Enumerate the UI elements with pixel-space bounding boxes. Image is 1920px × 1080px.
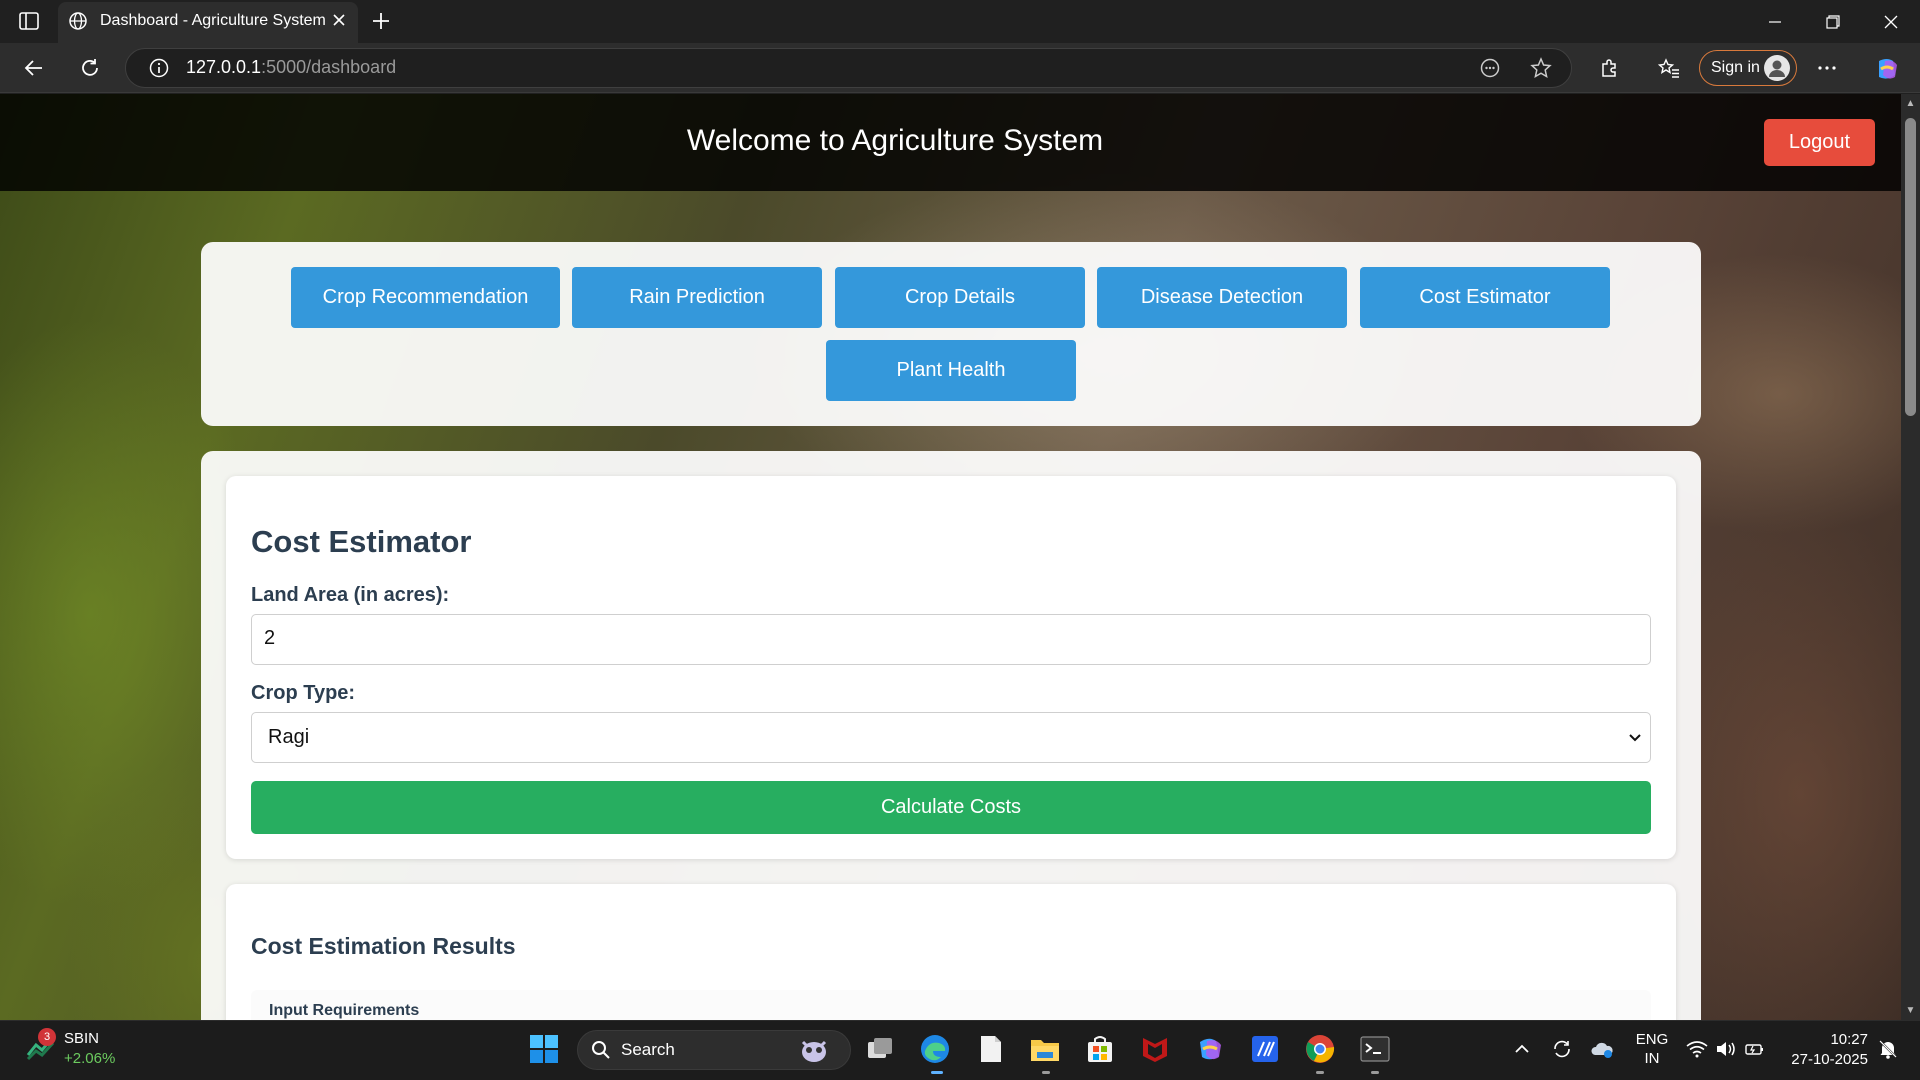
notepad-icon[interactable] — [973, 1031, 1009, 1067]
tab-title: Dashboard - Agriculture System — [100, 12, 326, 29]
extensions-icon[interactable] — [1596, 55, 1622, 81]
crop-type-value: Ragi — [268, 726, 310, 748]
running-app-indicator — [1042, 1071, 1050, 1074]
crop-type-label: Crop Type: — [251, 682, 356, 704]
read-aloud-icon[interactable] — [1477, 55, 1503, 81]
nav-rain-prediction-button[interactable]: Rain Prediction — [572, 267, 822, 328]
form-title: Cost Estimator — [251, 524, 472, 559]
language-primary[interactable]: ENG — [1628, 1031, 1676, 1048]
notification-badge: 3 — [38, 1028, 56, 1046]
microsoft-store-icon[interactable] — [1082, 1031, 1118, 1067]
scrollbar-thumb[interactable] — [1905, 118, 1916, 416]
clock-date[interactable]: 27-10-2025 — [1772, 1051, 1868, 1068]
nav-disease-detection-button[interactable]: Disease Detection — [1097, 267, 1347, 328]
site-info-icon[interactable] — [146, 55, 172, 81]
logout-button[interactable]: Logout — [1764, 119, 1875, 166]
url-text: 127.0.0.1:5000/dashboard — [186, 57, 396, 78]
calculate-costs-button[interactable]: Calculate Costs — [251, 781, 1651, 834]
tab-actions-icon[interactable] — [18, 10, 40, 32]
copilot-icon[interactable] — [1872, 54, 1902, 84]
restore-icon[interactable] — [1805, 0, 1861, 43]
battery-icon[interactable] — [1740, 1031, 1768, 1067]
search-icon — [585, 1032, 617, 1068]
file-explorer-icon[interactable] — [1027, 1031, 1063, 1067]
avatar — [1764, 55, 1790, 81]
mcafee-icon[interactable] — [1137, 1031, 1173, 1067]
reload-icon[interactable] — [77, 55, 103, 81]
vscode-style-app-icon[interactable] — [1247, 1031, 1283, 1067]
volume-icon[interactable] — [1712, 1031, 1740, 1067]
windows-start-icon[interactable] — [526, 1031, 562, 1067]
more-options-icon[interactable] — [1814, 55, 1840, 81]
back-icon[interactable] — [21, 55, 47, 81]
favorites-icon[interactable] — [1656, 55, 1682, 81]
close-window-icon[interactable] — [1863, 0, 1919, 43]
land-area-input[interactable] — [251, 614, 1651, 665]
notifications-bell-icon[interactable] — [1874, 1031, 1902, 1067]
chevron-up-icon[interactable] — [1504, 1031, 1540, 1067]
nav-crop-details-button[interactable]: Crop Details — [835, 267, 1085, 328]
url-host: 127.0.0.1 — [186, 57, 262, 77]
minimize-icon[interactable] — [1747, 0, 1803, 43]
scroll-down-arrow[interactable]: ▼ — [1904, 1005, 1917, 1017]
stock-name: SBIN — [64, 1030, 100, 1047]
nav-plant-health-button[interactable]: Plant Health — [826, 340, 1076, 401]
search-label: Search — [621, 1040, 675, 1059]
language-secondary[interactable]: IN — [1628, 1050, 1676, 1067]
land-area-label: Land Area (in acres): — [251, 584, 450, 606]
running-app-indicator — [1371, 1071, 1379, 1074]
url-path: :5000/dashboard — [261, 57, 397, 77]
stock-change: +2.06% — [64, 1050, 116, 1067]
scroll-up-arrow[interactable]: ▲ — [1904, 98, 1917, 110]
onedrive-icon[interactable] — [1586, 1031, 1618, 1067]
wifi-icon[interactable] — [1683, 1031, 1711, 1067]
copilot-app-icon[interactable] — [1192, 1031, 1228, 1067]
close-tab-icon[interactable] — [330, 11, 348, 29]
chevron-down-icon — [1628, 730, 1642, 744]
land-area-value: 2 — [264, 627, 276, 649]
chrome-icon[interactable] — [1302, 1031, 1338, 1067]
edge-browser-icon[interactable] — [917, 1031, 953, 1067]
active-app-indicator — [931, 1071, 943, 1074]
clock-time[interactable]: 10:27 — [1772, 1031, 1868, 1048]
favorite-star-icon[interactable] — [1528, 55, 1554, 81]
crop-type-select[interactable] — [251, 712, 1651, 763]
terminal-icon[interactable] — [1357, 1031, 1393, 1067]
sync-icon[interactable] — [1546, 1031, 1578, 1067]
nav-crop-recommendation-button[interactable]: Crop Recommendation — [291, 267, 560, 328]
sign-in-label: Sign in — [1711, 59, 1760, 76]
task-view-icon[interactable] — [862, 1031, 898, 1067]
input-requirements-title: Input Requirements — [269, 1002, 420, 1019]
search-highlight-icon — [796, 1033, 832, 1069]
page-title: Welcome to Agriculture System — [686, 124, 1104, 157]
nav-cost-estimator-button[interactable]: Cost Estimator — [1360, 267, 1610, 328]
results-title: Cost Estimation Results — [251, 933, 516, 959]
running-app-indicator — [1316, 1071, 1324, 1074]
new-tab-icon[interactable] — [370, 10, 392, 32]
globe-icon — [68, 11, 88, 31]
